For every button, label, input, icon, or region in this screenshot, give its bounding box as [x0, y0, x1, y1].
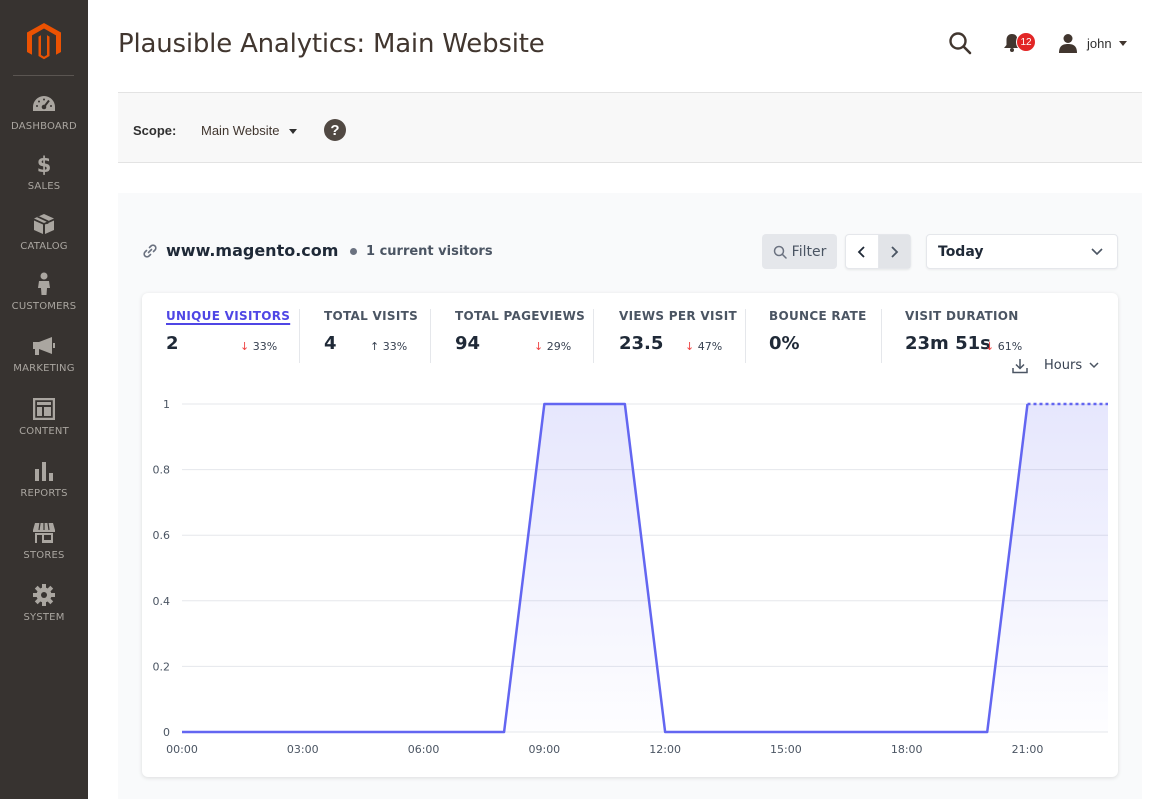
x-tick-label: 18:00: [891, 743, 923, 756]
x-tick-label: 21:00: [1012, 743, 1044, 756]
nav-label: DASHBOARD: [11, 121, 77, 132]
svg-text:$: $: [37, 153, 52, 176]
x-tick-label: 00:00: [166, 743, 198, 756]
y-tick-label: 0.2: [153, 660, 171, 673]
chevron-down-icon: [288, 128, 297, 134]
site-domain[interactable]: www.magento.com: [166, 241, 338, 260]
nav-stores[interactable]: STORES: [0, 519, 88, 579]
layout-icon: [32, 397, 56, 421]
nav-system[interactable]: SYSTEM: [0, 581, 88, 641]
y-tick-label: 0: [163, 726, 170, 739]
user-name: john: [1087, 35, 1112, 51]
person-icon: [32, 272, 56, 296]
magento-logo[interactable]: [13, 11, 75, 73]
dashboard-icon: [32, 92, 56, 116]
period-navigation: [845, 234, 911, 269]
nav-reports[interactable]: REPORTS: [0, 457, 88, 517]
y-tick-label: 0.4: [153, 595, 171, 608]
filter-label: Filter: [791, 243, 827, 260]
visitors-chart: 0 0.2 0.4 0.6 0.8 1 00:00 03:00 06:00 09:00 12:00 1…: [153, 398, 1108, 756]
x-tick-label: 03:00: [287, 743, 319, 756]
nav-label: SYSTEM: [23, 612, 65, 623]
live-dot-icon: [350, 248, 357, 255]
help-icon[interactable]: ?: [324, 119, 346, 141]
admin-sidebar: DASHBOARD $ SALES CATALOG CUSTOMERS MARK…: [0, 0, 88, 799]
previous-period-button[interactable]: [846, 235, 878, 268]
nav-label: SALES: [27, 181, 61, 192]
plausible-dashboard: www.magento.com 1 current visitors Filte…: [118, 193, 1142, 799]
dollar-icon: $: [32, 152, 56, 176]
nav-customers[interactable]: CUSTOMERS: [0, 270, 88, 330]
page-title: Plausible Analytics: Main Website: [118, 29, 545, 59]
magento-logo-icon: [27, 23, 61, 60]
chevron-down-icon: [1118, 41, 1127, 46]
search-icon: [949, 32, 972, 55]
global-search-button[interactable]: [948, 31, 972, 55]
gear-icon: [32, 583, 56, 607]
nav-catalog[interactable]: CATALOG: [0, 210, 88, 270]
search-icon: [773, 245, 787, 259]
user-menu-button[interactable]: john: [1058, 33, 1127, 53]
nav-label: MARKETING: [13, 363, 75, 374]
current-visitors[interactable]: 1 current visitors: [350, 244, 493, 259]
scope-bar: Scope: Main Website ?: [118, 92, 1142, 163]
nav-label: CUSTOMERS: [11, 301, 77, 312]
next-period-button[interactable]: [877, 235, 910, 268]
x-tick-label: 09:00: [528, 743, 560, 756]
megaphone-icon: [32, 334, 56, 358]
chevron-right-icon: [891, 245, 899, 258]
nav-content[interactable]: CONTENT: [0, 395, 88, 455]
x-tick-label: 12:00: [649, 743, 681, 756]
bar-chart-icon: [32, 459, 56, 483]
nav-label: CATALOG: [20, 241, 68, 252]
nav-marketing[interactable]: MARKETING: [0, 332, 88, 392]
date-range-value: Today: [938, 243, 984, 260]
visitors-graph-card: UNIQUE VISITORS 2 ↓ 33% TOTAL VISITS 4 ↑…: [142, 293, 1118, 777]
y-tick-label: 0.6: [153, 529, 171, 542]
y-tick-label: 0.8: [153, 464, 171, 477]
logo-divider: [13, 75, 74, 76]
box-icon: [32, 212, 56, 236]
current-visitors-text: 1 current visitors: [366, 244, 493, 259]
store-icon: [32, 521, 56, 545]
x-tick-label: 06:00: [408, 743, 440, 756]
site-header: www.magento.com: [142, 241, 338, 260]
x-tick-label: 15:00: [770, 743, 802, 756]
scope-switcher[interactable]: Main Website: [201, 123, 297, 138]
user-icon: [1059, 34, 1077, 53]
chevron-down-icon: [1091, 247, 1103, 255]
nav-label: REPORTS: [20, 488, 68, 499]
notifications-count-badge: 12: [1016, 32, 1036, 52]
nav-label: STORES: [23, 550, 65, 561]
y-tick-label: 1: [163, 398, 170, 411]
nav-sales[interactable]: $ SALES: [0, 150, 88, 210]
link-icon: [143, 243, 157, 258]
filter-button[interactable]: Filter: [762, 234, 837, 269]
scope-label: Scope:: [133, 123, 177, 138]
date-range-select[interactable]: Today: [926, 234, 1118, 269]
nav-dashboard[interactable]: DASHBOARD: [0, 90, 88, 150]
nav-label: CONTENT: [19, 426, 69, 437]
chevron-left-icon: [857, 245, 865, 258]
scope-value: Main Website: [201, 123, 280, 138]
